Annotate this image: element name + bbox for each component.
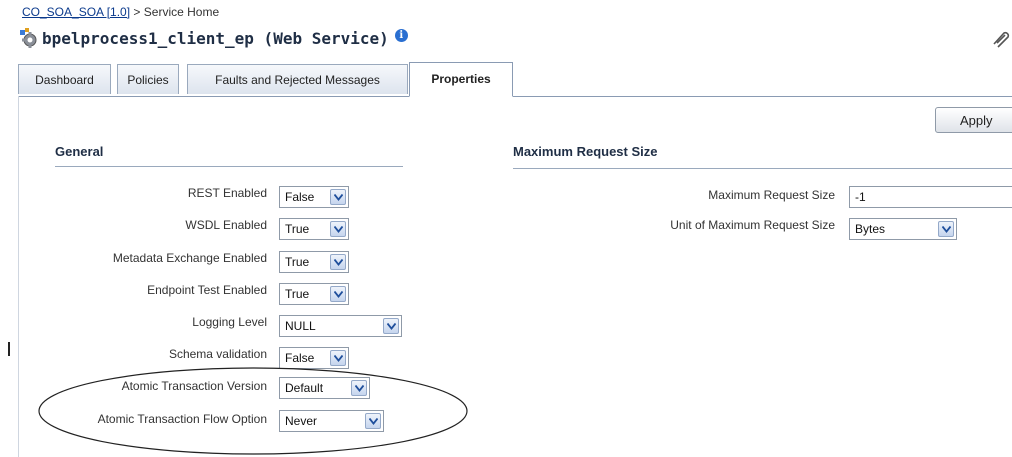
maximum-request-size-input[interactable]: -1 xyxy=(849,186,1012,208)
splitter-handle[interactable] xyxy=(8,342,10,356)
unit-of-maximum-request-size-value: Bytes xyxy=(855,222,886,236)
unit-of-maximum-request-size-select[interactable]: Bytes xyxy=(849,218,957,240)
unit-of-maximum-request-size-label: Unit of Maximum Request Size xyxy=(670,218,835,232)
max-request-size-section-divider xyxy=(513,168,1012,169)
chevron-down-icon[interactable] xyxy=(938,221,954,237)
maximum-request-size-label: Maximum Request Size xyxy=(708,188,835,202)
tab-properties[interactable]: Properties xyxy=(409,62,513,97)
max-request-size-section-title: Maximum Request Size xyxy=(513,144,658,159)
